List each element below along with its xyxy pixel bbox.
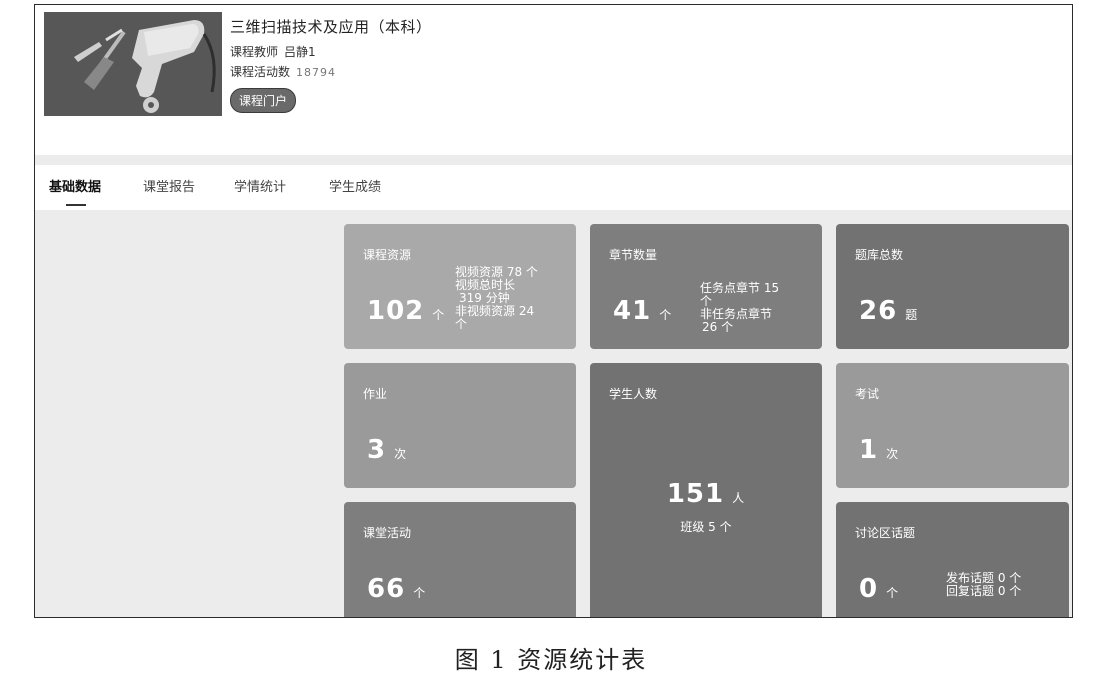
course-title[interactable]: 三维扫描技术及应用（本科） <box>230 16 432 37</box>
figure-caption: 图 1 资源统计表 <box>454 646 648 674</box>
course-thumbnail[interactable] <box>44 12 222 116</box>
card-title: 作业 <box>363 387 388 401</box>
card-value: 1次 <box>859 435 900 465</box>
card-value: 3次 <box>367 435 408 465</box>
card-homework[interactable]: 作业 3次 <box>344 363 576 488</box>
card-title: 学生人数 <box>609 387 658 401</box>
card-student-count[interactable]: 学生人数 151 人 班级 5 个 <box>590 363 822 617</box>
course-info: 三维扫描技术及应用（本科） 课程教师 吕静1 课程活动数 18794 课程门户 <box>230 16 432 113</box>
screenshot-frame: 三维扫描技术及应用（本科） 课程教师 吕静1 课程活动数 18794 课程门户 基础… <box>34 4 1073 618</box>
card-title: 课堂活动 <box>363 526 412 540</box>
card-title: 章节数量 <box>609 248 658 262</box>
teacher-row: 课程教师 吕静1 <box>230 43 432 60</box>
card-value: 151 人 <box>666 479 746 509</box>
tab-student-grades[interactable]: 学生成绩 <box>329 176 381 195</box>
class-count: 班级 5 个 <box>680 520 732 534</box>
activity-count: 18794 <box>296 66 337 79</box>
card-title: 课程资源 <box>363 248 412 262</box>
non-video-resources: 非视频资源 24 <box>455 304 535 318</box>
card-value: 0个 <box>859 574 900 604</box>
tab-basic-data[interactable]: 基础数据 <box>49 176 101 195</box>
resources-sub-stats: 视频资源 78 个 视频总时长 319 分钟 非视频资源 24 个 <box>455 266 538 331</box>
card-value: 66 个 <box>367 574 427 604</box>
stats-content: 课程资源 102 个 视频资源 78 个 视频总时长 319 分钟 非视频资源 2… <box>35 210 1072 617</box>
tab-class-report[interactable]: 课堂报告 <box>143 176 195 195</box>
card-value: 41 个 <box>613 296 673 326</box>
activity-row: 课程活动数 18794 <box>230 63 432 80</box>
card-title: 讨论区话题 <box>855 526 916 540</box>
chapter-sub-stats: 任务点章节 15 个 非任务点章节 26 个 <box>700 282 779 334</box>
tab-learning-stats[interactable]: 学情统计 <box>234 176 286 195</box>
activity-label: 课程活动数 <box>230 65 291 79</box>
reply-topics: 回复话题 0 个 <box>946 584 1022 598</box>
card-exam[interactable]: 考试 1次 <box>836 363 1069 488</box>
card-value: 26 题 <box>859 296 919 326</box>
non-video-resources-unit: 个 <box>455 317 468 331</box>
header-divider <box>35 155 1072 165</box>
card-chapter-count[interactable]: 章节数量 41 个 任务点章节 15 个 非任务点章节 26 个 <box>590 224 822 349</box>
course-header: 三维扫描技术及应用（本科） 课程教师 吕静1 课程活动数 18794 课程门户 <box>35 5 1072 155</box>
scanner-gun-image <box>44 12 222 116</box>
card-course-resources[interactable]: 课程资源 102 个 视频资源 78 个 视频总时长 319 分钟 非视频资源 2… <box>344 224 576 349</box>
non-task-chapters-value: 26 个 <box>702 320 734 334</box>
card-title: 题库总数 <box>855 248 904 262</box>
discussion-sub-stats: 发布话题 0 个 回复话题 0 个 <box>946 572 1021 598</box>
card-title: 考试 <box>855 387 880 401</box>
card-value: 102 个 <box>367 296 446 326</box>
card-class-activity[interactable]: 课堂活动 66 个 <box>344 502 576 617</box>
active-tab-indicator <box>66 204 86 206</box>
course-portal-button[interactable]: 课程门户 <box>230 88 297 113</box>
tab-bar: 基础数据 课堂报告 学情统计 学生成绩 <box>35 165 1072 210</box>
teacher-name: 吕静1 <box>284 45 316 59</box>
card-discussion-topics[interactable]: 讨论区话题 0个 发布话题 0 个 回复话题 0 个 <box>836 502 1069 617</box>
card-question-bank[interactable]: 题库总数 26 题 <box>836 224 1069 349</box>
teacher-label: 课程教师 <box>230 45 279 59</box>
